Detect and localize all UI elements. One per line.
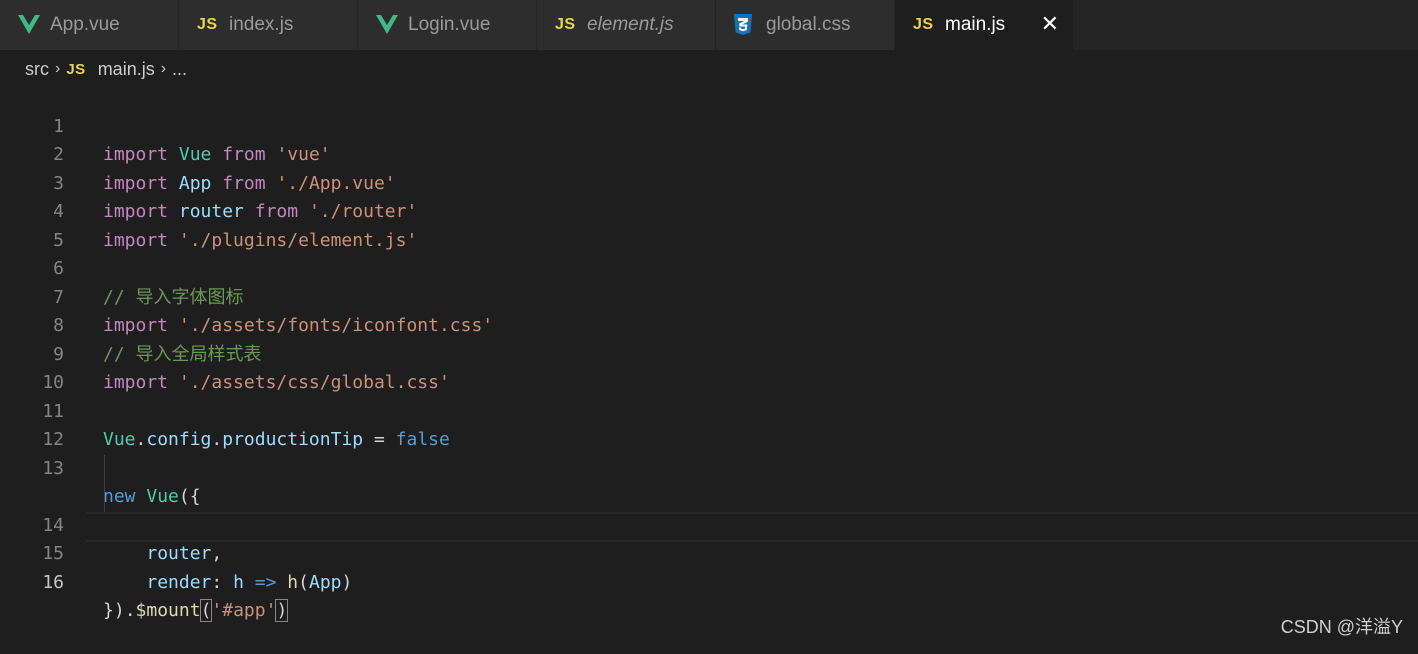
tab-label: global.css [766, 14, 851, 35]
current-line-highlight [86, 511, 1418, 542]
editor-tab-bar: App.vue JS index.js Login.vue JS element… [0, 0, 1418, 50]
code-editor[interactable]: 1 import Vue from 'vue' 2 import App fro… [0, 84, 1418, 622]
code-text: router, [146, 543, 223, 564]
code-line: 2 import App from './App.vue' [0, 113, 1418, 194]
breadcrumb: src › JS main.js › ... [25, 56, 187, 82]
css3-icon [734, 14, 764, 36]
code-line: 13 new Vue({ [0, 426, 1418, 508]
code-line: 10 [0, 341, 1418, 393]
js-icon: JS [66, 60, 86, 78]
line-number: 16 [42, 571, 64, 593]
tab-label: index.js [229, 14, 294, 35]
chevron-right-icon: › [55, 60, 61, 77]
code-line: 15 render: h => h(App) [0, 483, 1418, 593]
code-text: render: h => h(App) [146, 571, 353, 593]
code-line: 3 import router from './router' [0, 141, 1418, 223]
tab-main-js[interactable]: JS main.js ✕ [895, 0, 1074, 50]
code-line: 14 router, [0, 454, 1418, 564]
code-line: 12 [0, 398, 1418, 450]
current-code-line: 16 }).$mount('#app') [0, 511, 1418, 622]
chevron-right-icon: › [160, 60, 167, 77]
code-line: 11 Vue.config.productionTip = false [0, 369, 1418, 451]
tab-label: element.js [587, 14, 674, 35]
tab-index-js[interactable]: JS index.js [179, 0, 358, 50]
code-line: 9 import './assets/css/global.css' [0, 312, 1418, 394]
watermark: CSDN @洋溢Y [1280, 617, 1403, 637]
js-icon: JS [555, 16, 576, 33]
code-line: 7 import './assets/fonts/iconfont.css' [0, 255, 1418, 337]
code-line: 1 import Vue from 'vue' [0, 84, 1418, 166]
tab-label: Login.vue [408, 14, 491, 35]
code-line: 4 import './plugins/element.js' [0, 170, 1418, 251]
code-line: 8 // 导入全局样式表 [0, 284, 1418, 365]
js-icon: JS [197, 16, 218, 33]
vue-icon [376, 15, 406, 35]
code-line: 5 [0, 198, 1418, 251]
indent-guide [104, 483, 105, 512]
close-icon[interactable]: ✕ [1041, 11, 1059, 37]
breadcrumb-symbols[interactable]: ... [172, 59, 187, 80]
tab-label: App.vue [50, 14, 120, 35]
tab-login-vue[interactable]: Login.vue [358, 0, 537, 50]
indent-guide [104, 454, 105, 483]
code-line: 6 // 导入字体图标 [0, 227, 1418, 308]
tab-global-css[interactable]: global.css [716, 0, 895, 50]
tab-element-js[interactable]: JS element.js [537, 0, 716, 50]
code-text: }).$mount('#app') [103, 599, 289, 622]
breadcrumb-file[interactable]: main.js [98, 59, 155, 80]
vue-icon [18, 15, 48, 35]
breadcrumb-folder[interactable]: src [25, 59, 49, 80]
tab-app-vue[interactable]: App.vue [0, 0, 179, 50]
js-icon: JS [913, 16, 934, 33]
tab-label: main.js [945, 14, 1006, 35]
